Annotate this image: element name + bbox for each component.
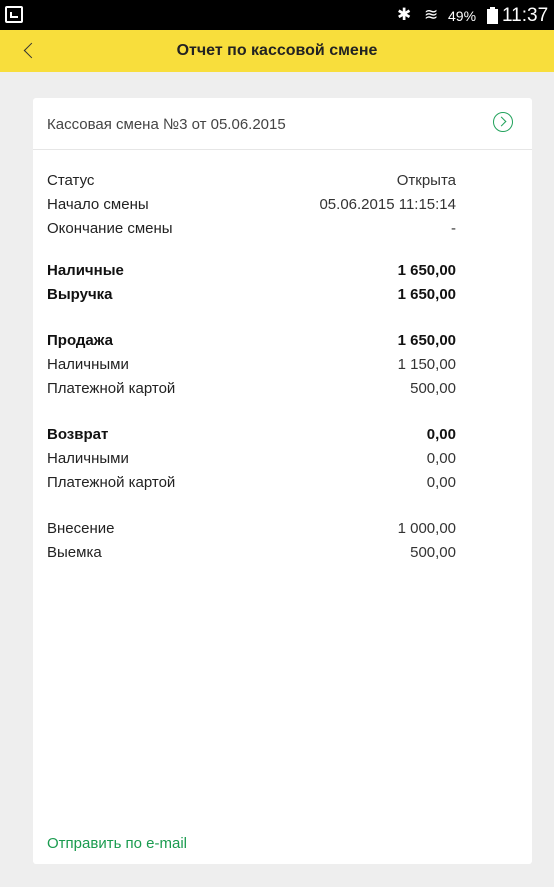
report-row-value: -	[451, 220, 456, 237]
battery-icon	[487, 7, 498, 24]
report-row-value: 1 000,00	[397, 520, 456, 537]
bluetooth-icon: ✱	[397, 5, 412, 24]
report-row-value: 1 650,00	[397, 262, 456, 279]
page-title: Отчет по кассовой смене	[176, 42, 378, 59]
report-row-label: Платежной картой	[47, 474, 176, 491]
clock: 11:37	[502, 5, 549, 26]
report-row-label: Выемка	[47, 544, 102, 561]
report-row-label: Выручка	[47, 286, 113, 303]
report-row-label: Окончание смены	[47, 220, 173, 237]
wifi-icon: ≋	[424, 5, 439, 24]
report-row-value: 0,00	[426, 426, 456, 443]
report-row: Продажа 1 650,00	[47, 330, 456, 352]
report-row: Наличными 1 150,00	[47, 354, 456, 376]
report-row-label: Платежной картой	[47, 380, 176, 397]
status-bar: ✱ ≋ 49% 11:37	[0, 0, 554, 30]
report-row: Статус Открыта	[47, 170, 456, 192]
report-row-value: 05.06.2015 11:15:14	[319, 196, 456, 213]
report-row-value: 500,00	[410, 380, 456, 397]
shift-header[interactable]: Кассовая смена №3 от 05.06.2015	[33, 98, 532, 150]
report-row-label: Возврат	[47, 426, 109, 443]
report-row-value: 0,00	[426, 450, 456, 467]
report-row-value: Открыта	[396, 172, 456, 189]
report-row: Окончание смены -	[47, 218, 456, 240]
report-row-value: 1 650,00	[397, 286, 456, 303]
report-row-value: 1 650,00	[397, 332, 456, 349]
report-row-label: Наличными	[47, 450, 129, 467]
chevron-right-circle-icon[interactable]	[493, 112, 513, 132]
report-row-label: Наличные	[47, 262, 124, 279]
report-row: Начало смены 05.06.2015 11:15:14	[47, 194, 456, 216]
report-row: Наличными 0,00	[47, 448, 456, 470]
report-row: Выручка 1 650,00	[47, 284, 456, 306]
report-row-label: Наличными	[47, 356, 129, 373]
send-email-button[interactable]: Отправить по e-mail	[47, 835, 187, 852]
report-row-value: 1 150,00	[397, 356, 456, 373]
report-row-label: Продажа	[47, 332, 113, 349]
shift-report-card: Кассовая смена №3 от 05.06.2015 Статус От…	[33, 98, 532, 864]
gallery-notification-icon	[5, 6, 23, 23]
report-row: Платежной картой 500,00	[47, 378, 456, 400]
report-row-label: Начало смены	[47, 196, 149, 213]
toolbar: Отчет по кассовой смене	[0, 30, 554, 72]
battery-percent: 49%	[448, 8, 477, 24]
report-row: Возврат 0,00	[47, 424, 456, 446]
report-row-value: 0,00	[426, 474, 456, 491]
report-row-label: Внесение	[47, 520, 115, 537]
report-row-value: 500,00	[410, 544, 456, 561]
report-row: Платежной картой 0,00	[47, 472, 456, 494]
report-row-label: Статус	[47, 172, 95, 189]
report-row: Внесение 1 000,00	[47, 518, 456, 540]
shift-title: Кассовая смена №3 от 05.06.2015	[47, 116, 286, 133]
report-row: Наличные 1 650,00	[47, 260, 456, 282]
report-row: Выемка 500,00	[47, 542, 456, 564]
